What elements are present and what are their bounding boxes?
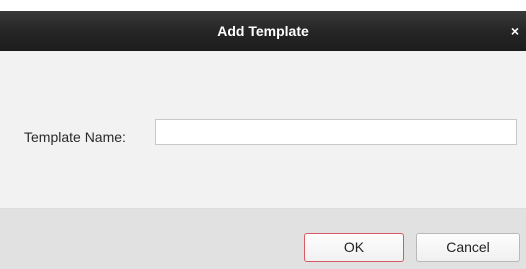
dialog-titlebar[interactable]: Add Template × xyxy=(0,11,526,51)
close-icon[interactable]: × xyxy=(508,24,522,38)
dialog-body: Template Name: xyxy=(0,51,526,209)
cancel-button[interactable]: Cancel xyxy=(416,233,520,262)
ok-button[interactable]: OK xyxy=(304,233,404,262)
template-name-label: Template Name: xyxy=(24,129,126,145)
dialog-title: Add Template xyxy=(217,23,309,39)
dialog-footer: OK Cancel xyxy=(0,209,526,269)
template-name-input[interactable] xyxy=(155,119,517,145)
add-template-dialog: Add Template × Template Name: OK Cancel xyxy=(0,11,526,269)
